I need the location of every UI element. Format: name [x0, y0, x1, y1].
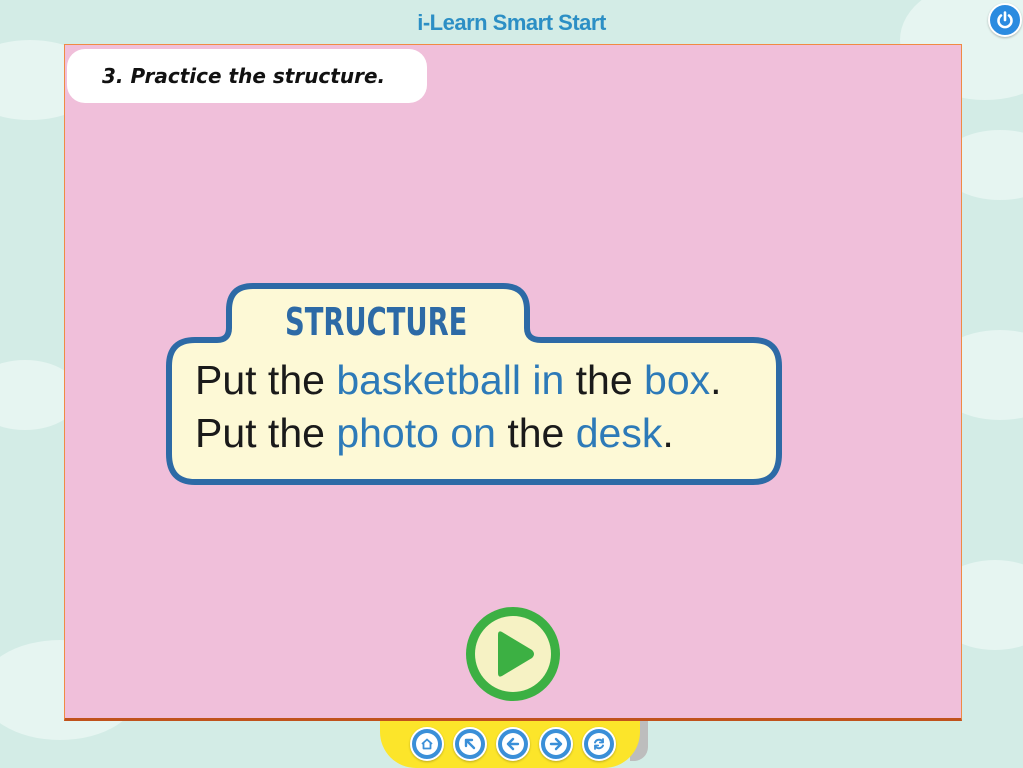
sentence-text: Put the [195, 410, 337, 456]
power-icon [997, 11, 1013, 29]
back-to-start-icon [459, 733, 481, 755]
home-icon [416, 733, 438, 755]
sentence-text: the [495, 410, 576, 456]
sentence-highlight: photo on [336, 410, 496, 456]
previous-button[interactable] [496, 727, 530, 761]
sentence-text: the [564, 357, 645, 403]
slide-panel: 3. Practice the structure. STRUCTURE Put… [64, 44, 962, 721]
sentence-text: Put the [195, 357, 337, 403]
sentence-text: . [662, 410, 674, 456]
replay-icon [588, 733, 610, 755]
previous-icon [502, 733, 524, 755]
play-audio-button[interactable] [462, 603, 564, 705]
structure-sentence-1: Put the basketball in the box. [195, 357, 722, 404]
sentence-highlight: desk [575, 410, 663, 456]
app-title: i-Learn Smart Start [417, 10, 606, 35]
structure-box: STRUCTURE Put the basketball in the box.… [165, 282, 785, 488]
play-icon [466, 607, 560, 701]
next-button[interactable] [539, 727, 573, 761]
sentence-highlight: basketball in [336, 357, 565, 403]
structure-sentence-2: Put the photo on the desk. [195, 410, 674, 457]
next-icon [545, 733, 567, 755]
navigation-bar [380, 721, 648, 768]
instruction-label: 3. Practice the structure. [67, 49, 427, 103]
home-button[interactable] [410, 727, 444, 761]
back-to-start-button[interactable] [453, 727, 487, 761]
structure-heading: STRUCTURE [285, 300, 468, 344]
power-button[interactable] [988, 3, 1022, 37]
sentence-text: . [710, 357, 722, 403]
replay-button[interactable] [582, 727, 616, 761]
sentence-highlight: box [644, 357, 711, 403]
